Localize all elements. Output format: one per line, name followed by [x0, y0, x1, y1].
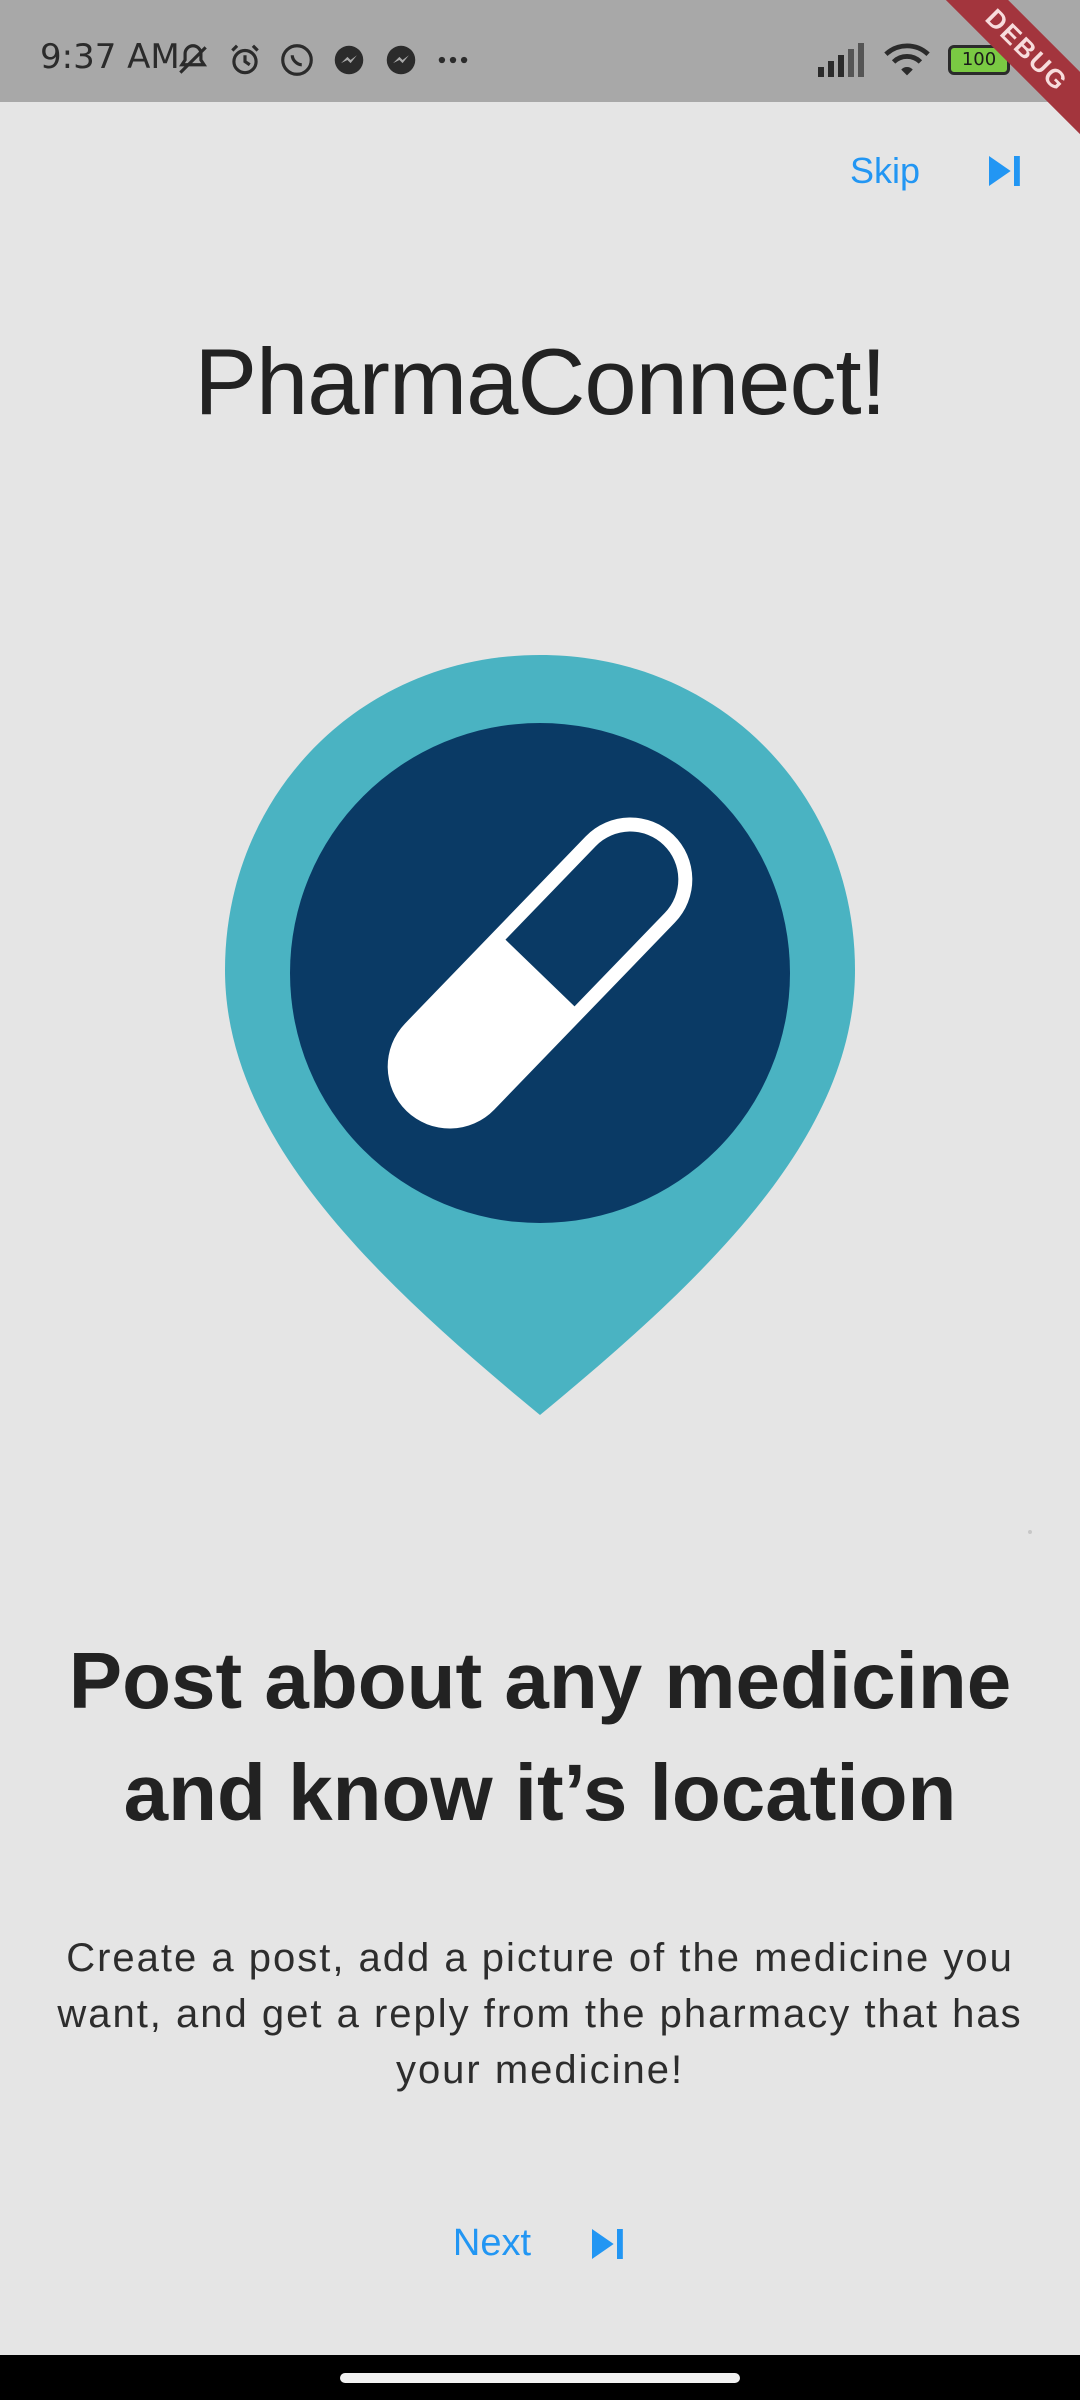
onboarding-description: Create a post, add a picture of the medi… [57, 1936, 1023, 2092]
status-time: 9:37 AM [40, 37, 180, 77]
decorative-dot [1028, 1530, 1032, 1534]
status-bar: 9:37 AM 100 DEBUG [0, 0, 1080, 147]
notification-icons [174, 40, 472, 80]
mute-icon [178, 44, 208, 74]
skip-next-icon[interactable] [984, 151, 1024, 191]
messenger-icon [386, 45, 416, 75]
skip-next-icon[interactable] [587, 2224, 627, 2264]
home-indicator[interactable] [340, 2373, 740, 2383]
system-icons: 100 [816, 42, 1010, 78]
skip-button[interactable]: Skip [850, 150, 920, 192]
battery-level: 100 [961, 49, 997, 70]
next-row: Next [0, 2222, 1080, 2265]
alarm-icon [231, 44, 259, 75]
more-icon [438, 56, 468, 64]
navigation-bar [0, 2355, 1080, 2400]
whatsapp-icon [281, 44, 313, 76]
pill-location-pin-icon [225, 655, 855, 1415]
onboarding-headline: Post about any medicine and know it’s lo… [68, 1636, 1012, 1837]
onboarding-screen: 9:37 AM 100 DEBUG Skip PharmaConnect! Po… [0, 0, 1080, 2400]
skip-row: Skip [850, 150, 1024, 192]
signal-icon [818, 43, 864, 77]
next-button[interactable]: Next [453, 2222, 531, 2265]
wifi-icon [884, 43, 930, 76]
messenger-icon [334, 45, 364, 75]
app-title: PharmaConnect! [194, 329, 886, 434]
